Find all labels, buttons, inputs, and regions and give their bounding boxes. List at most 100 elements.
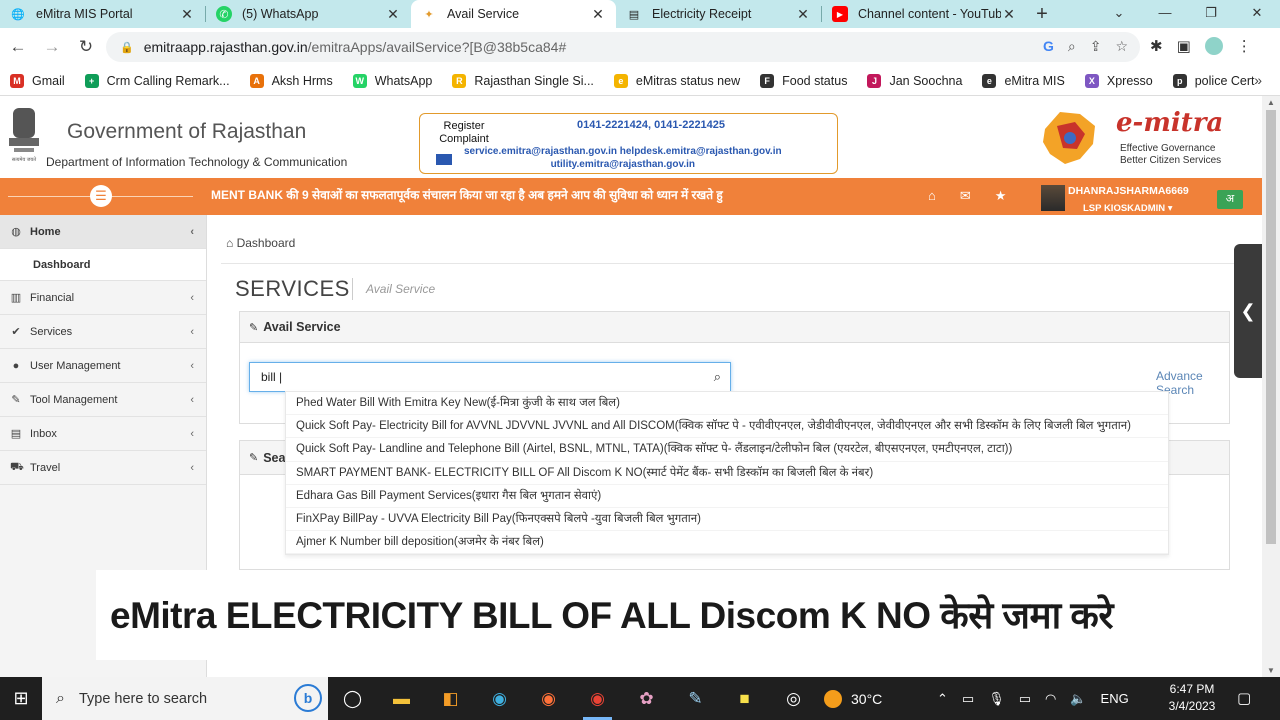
avatar[interactable]	[1204, 37, 1223, 55]
bookmark-item[interactable]: e eMitra MIS	[982, 73, 1065, 88]
bookmarks-overflow-icon[interactable]: »	[1254, 72, 1262, 88]
close-icon[interactable]: ✕	[1001, 6, 1017, 23]
system-tray: ⌃ ▭ 🎙 ▭ ◠ 🔈 ENG	[937, 677, 1129, 720]
sticky-notes-icon[interactable]: ■	[720, 677, 769, 720]
tab-electricity-receipt[interactable]: ▤ Electricity Receipt ✕	[616, 0, 821, 28]
notifications-icon[interactable]: ▢	[1237, 689, 1251, 707]
office-icon[interactable]: ◧	[426, 677, 475, 720]
meet-icon[interactable]: ▭	[962, 691, 974, 707]
sidebar-item-financial[interactable]: ▥ Financial ‹	[0, 281, 206, 315]
sidepanel-icon[interactable]: ▣	[1177, 37, 1191, 55]
bookmark-item[interactable]: W WhatsApp	[352, 73, 432, 88]
home-icon[interactable]: ⌂	[928, 188, 936, 204]
obs-icon[interactable]: ◎	[769, 677, 818, 720]
puzzle-icon[interactable]: ✱	[1150, 37, 1163, 55]
home-icon[interactable]: ⌂	[226, 236, 233, 250]
breadcrumb-dashboard[interactable]: Dashboard	[237, 236, 296, 250]
forward-button[interactable]: →	[36, 37, 68, 57]
chevron-left-icon: ‹	[190, 461, 194, 474]
bookmark-label: Food status	[782, 73, 848, 88]
tab-whatsapp[interactable]: ✆ (5) WhatsApp ✕	[206, 0, 411, 28]
zoom-icon[interactable]: ⌕	[1068, 38, 1076, 55]
windows-start-icon[interactable]: ⊞	[0, 688, 42, 709]
suggestion-item[interactable]: Quick Soft Pay- Landline and Telephone B…	[286, 438, 1168, 462]
close-icon[interactable]: ✕	[179, 6, 195, 23]
chrome-icon[interactable]: ◉	[573, 677, 622, 720]
microphone-icon[interactable]: 🎙	[988, 691, 1005, 707]
star-icon[interactable]: ★	[995, 188, 1007, 204]
chevron-down-icon[interactable]: ⌄	[1096, 0, 1142, 28]
taskbar-search-box[interactable]: ⌕ Type here to search b	[42, 677, 328, 720]
service-search-input[interactable]: bill | ⌕	[249, 362, 731, 392]
back-button[interactable]: ←	[2, 37, 34, 57]
reload-button[interactable]: ↻	[70, 37, 102, 57]
paint-icon[interactable]: ✿	[622, 677, 671, 720]
google-icon[interactable]: G	[1043, 38, 1054, 55]
tab-youtube[interactable]: ▶ Channel content - YouTube ✕	[822, 0, 1027, 28]
close-icon[interactable]: ✕	[385, 6, 401, 23]
share-icon[interactable]: ⇪	[1090, 38, 1102, 55]
side-drawer-toggle[interactable]: ❮	[1234, 244, 1262, 378]
search-icon[interactable]: ⌕	[714, 363, 721, 391]
menu-toggle-icon[interactable]: ☰	[90, 185, 112, 207]
bookmark-item[interactable]: R Rajasthan Single Si...	[452, 73, 594, 88]
sidebar-item-travel[interactable]: ⛟ Travel ‹	[0, 451, 206, 485]
bookmark-item[interactable]: J Jan Soochna	[867, 73, 962, 88]
suggestion-item[interactable]: Phed Water Bill With Emitra Key New(ई-मि…	[286, 392, 1168, 416]
new-tab-button[interactable]: +	[1027, 3, 1057, 26]
sidebar-item-tool-management[interactable]: ✎ Tool Management ‹	[0, 383, 206, 417]
bookmark-item[interactable]: + Crm Calling Remark...	[84, 73, 230, 88]
suggestion-item[interactable]: Edhara Gas Bill Payment Services(इधारा ग…	[286, 485, 1168, 508]
maximize-button[interactable]: ❐	[1188, 0, 1234, 28]
envelope-icon[interactable]: ✉	[960, 188, 971, 204]
input-language[interactable]: ENG	[1101, 691, 1129, 706]
bookmark-item[interactable]: X Xpresso	[1084, 73, 1153, 88]
sidebar-item-dashboard[interactable]: Dashboard	[0, 249, 206, 281]
bookmark-item[interactable]: M Gmail	[10, 73, 65, 88]
scroll-down-arrow-icon[interactable]: ▼	[1262, 666, 1280, 675]
minimize-button[interactable]: —	[1142, 0, 1188, 28]
star-icon[interactable]: ☆	[1115, 38, 1128, 55]
paint-3d-icon[interactable]: ✎	[671, 677, 720, 720]
wifi-icon[interactable]: ◠	[1045, 691, 1056, 707]
suggestion-item[interactable]: SMART PAYMENT BANK- ELECTRICITY BILL OF …	[286, 462, 1168, 485]
sidebar-item-home[interactable]: ◍ Home ‹	[0, 215, 206, 249]
sidebar-item-user-management[interactable]: ● User Management ‹	[0, 349, 206, 383]
suggestion-item[interactable]: Quick Soft Pay- Electricity Bill for AVV…	[286, 415, 1168, 439]
user-name[interactable]: DHANRAJSHARMA6669	[1068, 185, 1189, 197]
avatar[interactable]	[1041, 185, 1065, 211]
scroll-up-arrow-icon[interactable]: ▲	[1262, 98, 1280, 107]
task-view-icon[interactable]: ◯	[328, 677, 377, 720]
close-icon[interactable]: ✕	[590, 6, 606, 23]
edge-icon[interactable]: ◉	[475, 677, 524, 720]
tab-emitra-mis[interactable]: 🌐 eMitra MIS Portal ✕	[0, 0, 205, 28]
file-explorer-icon[interactable]: ▬	[377, 677, 426, 720]
close-window-button[interactable]: ✕	[1234, 0, 1280, 28]
sidebar-item-services[interactable]: ✔ Services ‹	[0, 315, 206, 349]
bookmark-item[interactable]: p police Cert	[1172, 73, 1254, 88]
register-complaint-link[interactable]: Register Complaint	[432, 120, 496, 146]
bing-icon[interactable]: b	[294, 684, 322, 712]
battery-icon[interactable]: ▭	[1019, 691, 1031, 707]
lock-icon[interactable]: 🔒	[120, 41, 134, 54]
sidebar-item-inbox[interactable]: ▤ Inbox ‹	[0, 417, 206, 451]
suggestion-item[interactable]: FinXPay BillPay - UVVA Electricity Bill …	[286, 508, 1168, 532]
language-toggle-button[interactable]: अ	[1217, 190, 1243, 209]
panel-title: Avail Service	[263, 320, 341, 334]
taskbar-clock[interactable]: 6:47 PM 3/4/2023	[1163, 681, 1221, 715]
user-role-dropdown[interactable]: LSP KIOSKADMIN ▾	[1083, 203, 1173, 214]
bookmark-item[interactable]: A Aksh Hrms	[249, 73, 333, 88]
url-bar[interactable]: 🔒 emitraapp.rajasthan.gov.in/emitraApps/…	[106, 32, 1140, 62]
chevron-up-icon[interactable]: ⌃	[937, 691, 948, 707]
close-icon[interactable]: ✕	[795, 6, 811, 23]
page-scrollbar[interactable]: ▲ ▼	[1262, 96, 1280, 677]
weather-widget[interactable]: 30°C	[824, 689, 882, 708]
bookmark-item[interactable]: e eMitras status new	[613, 73, 740, 88]
scroll-thumb[interactable]	[1266, 110, 1276, 544]
kebab-menu-icon[interactable]: ⋮	[1237, 37, 1252, 55]
volume-icon[interactable]: 🔈	[1070, 691, 1086, 707]
suggestion-item[interactable]: Ajmer K Number bill deposition(अजमेर के …	[286, 531, 1168, 555]
firefox-icon[interactable]: ◉	[524, 677, 573, 720]
tab-avail-service[interactable]: ✦ Avail Service ✕	[411, 0, 616, 28]
bookmark-item[interactable]: F Food status	[760, 73, 848, 88]
